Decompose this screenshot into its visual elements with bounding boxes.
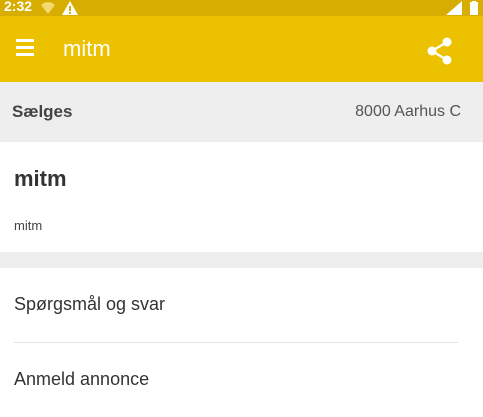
status-time: 2:32 bbox=[4, 0, 33, 14]
listing-location: 8000 Aarhus C bbox=[355, 103, 461, 120]
hamburger-menu-icon[interactable] bbox=[16, 39, 38, 57]
listing-status: Sælges bbox=[12, 102, 73, 121]
app-title: mitm bbox=[63, 36, 111, 61]
section-separator bbox=[0, 252, 483, 268]
listing-details: mitm mitm bbox=[0, 142, 483, 252]
menu-item-label: Spørgsmål og svar bbox=[14, 294, 166, 314]
listing-info-bar: Sælges 8000 Aarhus C bbox=[0, 82, 483, 142]
questions-and-answers-item[interactable]: Spørgsmål og svar bbox=[0, 268, 483, 342]
listing-description: mitm bbox=[14, 218, 43, 233]
app-bar: mitm bbox=[0, 16, 483, 82]
report-listing-item[interactable]: Anmeld annonce bbox=[0, 343, 483, 417]
menu-item-label: Anmeld annonce bbox=[14, 369, 150, 389]
share-icon[interactable] bbox=[426, 37, 454, 65]
status-bar: 2:32 bbox=[0, 0, 483, 16]
listing-title: mitm bbox=[14, 166, 67, 191]
